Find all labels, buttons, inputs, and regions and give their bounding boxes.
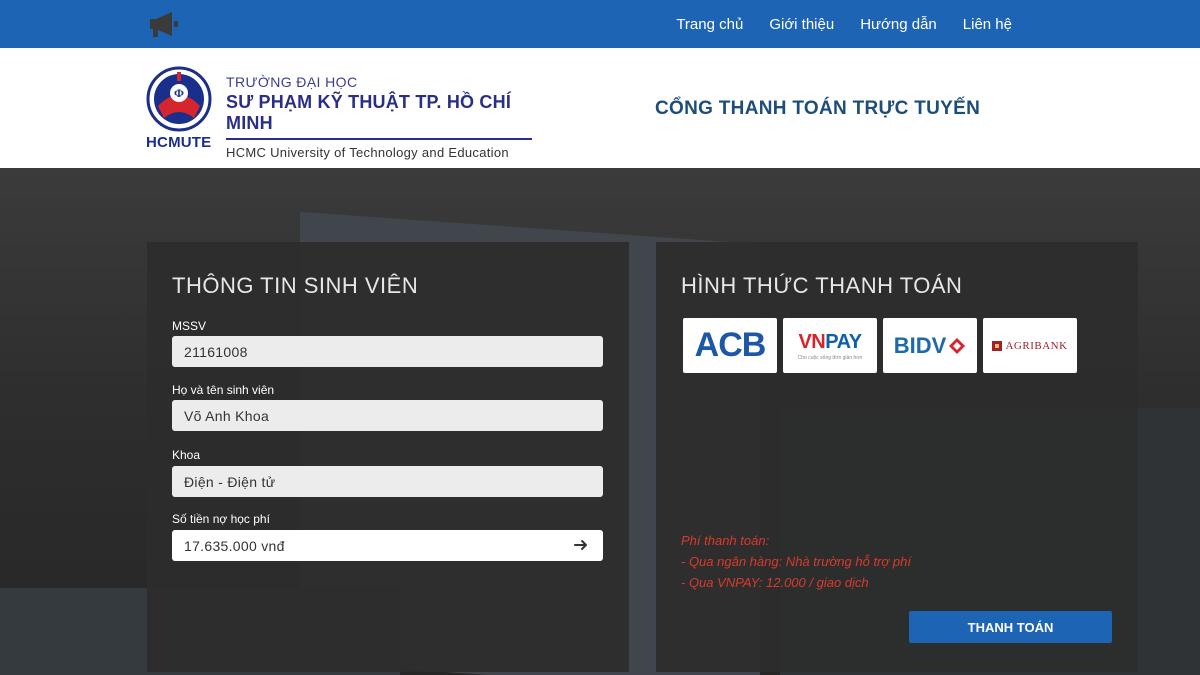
payment-method-title: HÌNH THỨC THANH TOÁN [681,273,963,298]
main-nav: Trang chủ Giới thiệu Hướng dẫn Liên hệ [676,0,1012,48]
nav-contact[interactable]: Liên hệ [963,16,1012,33]
agribank-logo: AGRIBANK [992,340,1067,352]
tuition-debt-field[interactable]: 17.635.000 vnđ [172,530,603,561]
bidv-logo-text: BIDV [893,332,947,358]
bank-agribank-button[interactable]: AGRIBANK [983,318,1077,373]
pay-button[interactable]: THANH TOÁN [909,611,1112,643]
fee-bank-line: - Qua ngân hàng: Nhà trường hỗ trợ phí [681,554,911,569]
bank-bidv-button[interactable]: BIDV [883,318,977,373]
university-name: TRƯỜNG ĐẠI HỌC SƯ PHẠM KỸ THUẬT TP. HỒ C… [226,74,536,160]
student-info-panel: THÔNG TIN SINH VIÊN MSSV 21161008 Họ và … [147,242,629,672]
student-name-label: Họ và tên sinh viên [172,383,275,397]
portal-title: CỔNG THANH TOÁN TRỰC TUYẾN [655,98,981,119]
tuition-debt-value: 17.635.000 vnđ [184,537,285,554]
agribank-logo-text: AGRIBANK [1005,339,1068,352]
mssv-field[interactable]: 21161008 [172,336,603,367]
bank-options: ACB VNPAY Cho cuộc sống đơn giản hơn BID… [683,318,1077,373]
divider [226,138,532,140]
vnpay-logo-pay: PAY [825,330,862,353]
megaphone-icon [150,12,178,37]
bank-acb-button[interactable]: ACB [683,318,777,373]
vnpay-logo-vn: VN [798,330,826,353]
nav-home[interactable]: Trang chủ [676,16,743,33]
bidv-diamond-icon [949,337,966,354]
bank-vnpay-button[interactable]: VNPAY Cho cuộc sống đơn giản hơn [783,318,877,373]
payment-fee-info: Phí thanh toán: - Qua ngân hàng: Nhà trư… [681,530,911,593]
student-name-field[interactable]: Võ Anh Khoa [172,400,603,431]
mssv-label: MSSV [172,319,207,333]
student-info-title: THÔNG TIN SINH VIÊN [172,273,419,298]
fee-title: Phí thanh toán: [681,533,770,548]
payment-method-panel: HÌNH THỨC THANH TOÁN ACB VNPAY Cho cuộc … [656,242,1138,672]
agribank-emblem-icon [992,340,1003,351]
acb-logo: ACB [694,326,767,364]
faculty-field[interactable]: Điện - Điện tử [172,466,603,497]
university-name-line1: TRƯỜNG ĐẠI HỌC [226,74,358,90]
svg-text:Φ: Φ [174,86,184,100]
tuition-debt-label: Số tiền nợ học phí [172,512,270,526]
logo-abbreviation: HCMUTE [146,134,212,151]
vnpay-logo: VNPAY Cho cuộc sống đơn giản hơn [798,331,863,361]
site-header: Φ HCMUTE TRƯỜNG ĐẠI HỌC SƯ PHẠM KỸ THUẬT… [0,48,1200,168]
arrow-right-icon[interactable] [573,537,589,553]
university-logo-icon[interactable]: Φ [146,66,212,132]
university-name-english: HCMC University of Technology and Educat… [226,145,509,160]
faculty-label: Khoa [172,448,201,462]
fee-vnpay-line: - Qua VNPAY: 12.000 / giao dịch [681,575,869,590]
bidv-logo: BIDV [894,333,967,359]
top-nav-bar: Trang chủ Giới thiệu Hướng dẫn Liên hệ [0,0,1200,48]
nav-guide[interactable]: Hướng dẫn [860,16,937,33]
nav-about[interactable]: Giới thiệu [769,16,834,33]
vnpay-tagline: Cho cuộc sống đơn giản hơn [797,354,863,361]
university-name-line2: SƯ PHẠM KỸ THUẬT TP. HỒ CHÍ MINH [226,92,512,133]
